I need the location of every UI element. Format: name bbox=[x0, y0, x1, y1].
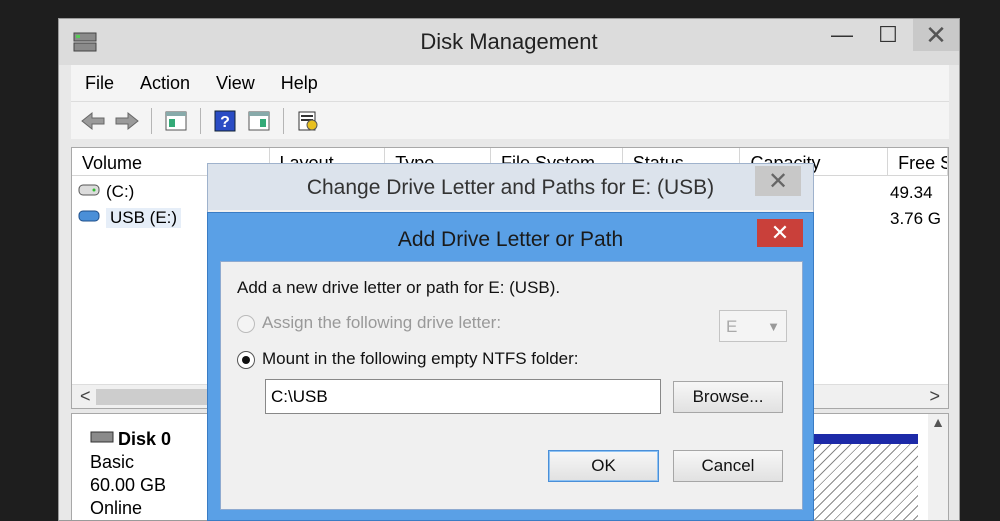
show-hide-console-tree-icon[interactable] bbox=[162, 107, 190, 135]
assign-letter-radio[interactable] bbox=[237, 315, 255, 333]
chevron-down-icon: ▼ bbox=[767, 319, 780, 334]
toolbar-separator bbox=[200, 107, 201, 134]
usb-drive-icon bbox=[78, 208, 100, 228]
menu-view[interactable]: View bbox=[216, 73, 255, 94]
menu-file[interactable]: File bbox=[85, 73, 114, 94]
disk-status: Online bbox=[90, 498, 143, 518]
title-bar[interactable]: Disk Management — ☐ ✕ bbox=[59, 19, 959, 65]
show-hide-action-pane-icon[interactable] bbox=[245, 107, 273, 135]
dialog-title-bar[interactable]: Change Drive Letter and Paths for E: (US… bbox=[208, 164, 813, 210]
disk-size: 60.00 GB bbox=[90, 475, 167, 495]
close-button[interactable]: ✕ bbox=[755, 166, 801, 196]
dialog-prompt: Add a new drive letter or path for E: (U… bbox=[237, 278, 561, 297]
add-drive-letter-dialog: Add Drive Letter or Path ✕ Add a new dri… bbox=[207, 212, 814, 521]
dialog-title: Add Drive Letter or Path bbox=[397, 228, 624, 251]
help-icon[interactable]: ? bbox=[211, 107, 239, 135]
scroll-left-arrow[interactable]: < bbox=[80, 386, 91, 407]
drive-icon bbox=[78, 182, 100, 202]
partition-block[interactable] bbox=[812, 434, 918, 520]
folder-path-input[interactable]: C:\USB bbox=[265, 379, 661, 414]
toolbar: ? bbox=[71, 101, 949, 139]
svg-text:?: ? bbox=[220, 114, 230, 131]
toolbar-separator bbox=[151, 107, 152, 134]
volume-name: USB (E:) bbox=[106, 208, 182, 228]
assign-letter-label: Assign the following drive letter: bbox=[262, 313, 502, 332]
minimize-button[interactable]: — bbox=[819, 19, 865, 51]
menu-action[interactable]: Action bbox=[140, 73, 190, 94]
browse-button[interactable]: Browse... bbox=[673, 381, 783, 413]
forward-arrow-icon[interactable] bbox=[113, 107, 141, 135]
back-arrow-icon[interactable] bbox=[79, 107, 107, 135]
close-button[interactable]: ✕ bbox=[757, 219, 803, 247]
menu-bar: File Action View Help bbox=[71, 65, 949, 101]
maximize-button[interactable]: ☐ bbox=[865, 19, 911, 51]
mount-folder-label: Mount in the following empty NTFS folder… bbox=[262, 349, 579, 368]
properties-icon[interactable] bbox=[294, 107, 322, 135]
disk-info[interactable]: Disk 0 Basic 60.00 GB Online bbox=[90, 428, 171, 520]
drive-letter-dropdown[interactable]: E ▼ bbox=[719, 310, 787, 342]
menu-help[interactable]: Help bbox=[281, 73, 318, 94]
scroll-up-arrow-icon[interactable]: ▲ bbox=[931, 414, 945, 430]
drive-letter-value: E bbox=[726, 317, 738, 336]
toolbar-separator bbox=[283, 107, 284, 134]
dialog-title: Change Drive Letter and Paths for E: (US… bbox=[306, 176, 715, 199]
disk-type: Basic bbox=[90, 452, 135, 472]
disk-icon bbox=[90, 428, 114, 451]
free-space-cell: 49.34 bbox=[890, 183, 933, 202]
scroll-right-arrow[interactable]: > bbox=[929, 386, 940, 407]
close-button[interactable]: ✕ bbox=[913, 19, 959, 51]
mount-folder-radio[interactable] bbox=[237, 351, 255, 369]
scrollbar-thumb[interactable] bbox=[96, 389, 216, 405]
cancel-button[interactable]: Cancel bbox=[673, 450, 783, 482]
disk-name: Disk 0 bbox=[118, 429, 172, 449]
volume-name: (C:) bbox=[106, 182, 135, 201]
dialog-body: Add a new drive letter or path for E: (U… bbox=[220, 261, 803, 510]
column-header-free-space[interactable]: Free S bbox=[888, 148, 948, 176]
free-space-cell: 3.76 G bbox=[890, 209, 942, 228]
ok-button[interactable]: OK bbox=[548, 450, 659, 482]
vertical-scrollbar[interactable]: ▲ bbox=[928, 414, 948, 520]
